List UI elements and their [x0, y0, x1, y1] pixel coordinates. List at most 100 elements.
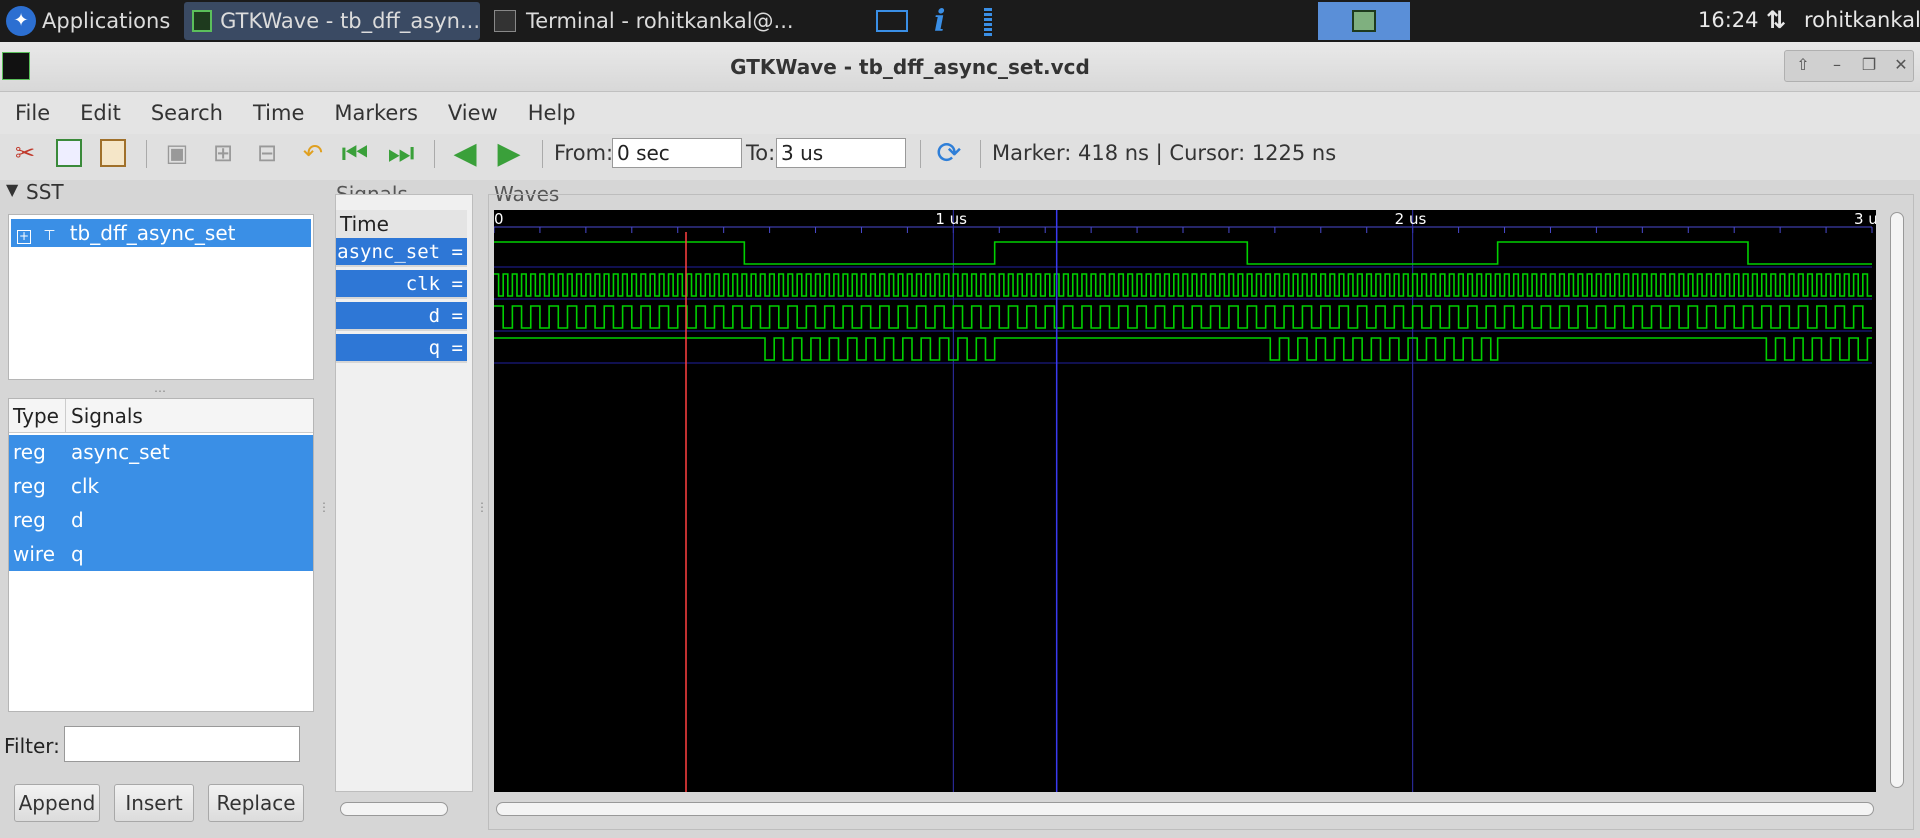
keyboard-icon[interactable]: [876, 10, 908, 32]
module-hierarchy-icon: ⊤: [43, 228, 56, 244]
time-tick-label: 3 us: [1854, 210, 1876, 228]
window-title: GTKWave - tb_dff_async_set.vcd: [730, 55, 1090, 79]
type-column-header[interactable]: Type: [13, 399, 59, 433]
waveform-clk: [494, 273, 1872, 297]
sst-tree[interactable]: + ⊤ tb_dff_async_set: [8, 214, 314, 380]
signal-type: reg: [13, 474, 46, 498]
append-button[interactable]: Append: [14, 784, 100, 822]
signal-entry-async_set[interactable]: async_set =: [336, 238, 467, 267]
waveform-canvas[interactable]: 0 1 us 2 us 3 us: [494, 210, 1876, 792]
reload-icon[interactable]: ⟳: [932, 136, 966, 171]
pane-splitter-handle[interactable]: ⋯: [154, 384, 166, 398]
signal-name: clk: [71, 474, 100, 498]
taskbar-terminal-label: Terminal - rohitkankal@...: [526, 9, 794, 33]
filter-label: Filter:: [4, 734, 60, 758]
undo-zoom-icon[interactable]: ↶: [296, 136, 330, 170]
signal-list-row[interactable]: reg clk: [9, 469, 313, 503]
signal-entry-q[interactable]: q =: [336, 334, 467, 363]
toolbar-separator: [542, 140, 543, 168]
pane-splitter-handle[interactable]: ⋮: [476, 500, 488, 514]
network-icon[interactable]: ⇅: [1766, 6, 1786, 34]
to-time-input[interactable]: [776, 138, 906, 168]
applications-label: Applications: [42, 9, 171, 33]
waves-horizontal-scrollbar[interactable]: [496, 802, 1874, 816]
find-previous-edge-icon[interactable]: ◀: [448, 136, 482, 171]
replace-button[interactable]: Replace: [208, 784, 304, 822]
menu-help[interactable]: Help: [513, 101, 591, 125]
time-tick-label: 0: [494, 210, 504, 228]
signal-list-row[interactable]: wire q: [9, 537, 313, 571]
toolbar-separator: [980, 140, 981, 168]
signals-column-header[interactable]: Signals: [71, 399, 143, 433]
user-menu[interactable]: rohitkankal: [1804, 8, 1920, 32]
signal-entry-clk[interactable]: clk =: [336, 270, 467, 299]
info-icon[interactable]: i: [934, 4, 945, 39]
sst-collapse-icon[interactable]: ▼: [6, 180, 18, 199]
waveform-async_set: [494, 241, 1872, 265]
menu-markers[interactable]: Markers: [319, 101, 433, 125]
menu-file[interactable]: File: [0, 101, 65, 125]
zoom-fit-icon[interactable]: ▣: [160, 136, 194, 170]
zoom-out-icon[interactable]: ⊟: [250, 136, 284, 170]
signal-name: q: [71, 542, 84, 566]
find-next-edge-icon[interactable]: ▶: [492, 136, 526, 171]
signals-time-header: Time: [336, 210, 467, 238]
zoom-in-icon[interactable]: ⊞: [206, 136, 240, 170]
waves-vertical-scrollbar[interactable]: [1890, 212, 1904, 788]
taskbar-terminal[interactable]: Terminal - rohitkankal@...: [486, 2, 796, 40]
window-titlebar[interactable]: GTKWave - tb_dff_async_set.vcd ⇧ – ❐ ✕: [0, 42, 1920, 92]
menu-edit[interactable]: Edit: [65, 101, 136, 125]
tree-item-tb_dff_async_set[interactable]: + ⊤ tb_dff_async_set: [11, 219, 311, 247]
signal-type: wire: [13, 542, 56, 566]
taskbar-gtkwave[interactable]: GTKWave - tb_dff_asyn...: [184, 2, 480, 40]
toolbar-separator: [146, 140, 147, 168]
from-time-input[interactable]: [612, 138, 742, 168]
signal-name: async_set: [71, 440, 170, 464]
signal-entry-d[interactable]: d =: [336, 302, 467, 331]
copy-icon[interactable]: [52, 136, 86, 170]
toolbar-separator: [920, 140, 921, 168]
zoom-to-end-icon[interactable]: ⏭: [384, 136, 418, 171]
workspace-switcher[interactable]: [1318, 2, 1410, 40]
menu-time[interactable]: Time: [238, 101, 319, 125]
tree-item-label: tb_dff_async_set: [69, 221, 236, 245]
window-shade-icon[interactable]: ⇧: [1790, 52, 1816, 78]
window-minimize-icon[interactable]: –: [1824, 52, 1850, 78]
paste-icon[interactable]: [96, 136, 130, 170]
taskbar-gtkwave-label: GTKWave - tb_dff_asyn...: [220, 9, 480, 33]
menu-view[interactable]: View: [433, 101, 513, 125]
signal-list-row[interactable]: reg d: [9, 503, 313, 537]
cpu-monitor-icon: [984, 8, 992, 36]
cut-icon[interactable]: ✂: [8, 136, 42, 170]
toolbar-separator: [434, 140, 435, 168]
menu-search[interactable]: Search: [136, 101, 238, 125]
workspace-window-icon: [1352, 10, 1376, 32]
applications-menu[interactable]: ✦ Applications: [0, 2, 178, 40]
filter-input[interactable]: [64, 726, 300, 762]
column-divider: [65, 399, 66, 433]
signal-name: d: [71, 508, 84, 532]
zoom-to-start-icon[interactable]: ⏮: [338, 136, 372, 171]
xfce-mouse-icon: ✦: [6, 6, 36, 36]
sst-signal-list[interactable]: Type Signals reg async_set reg clk reg d…: [8, 398, 314, 712]
marker-cursor-readout: Marker: 418 ns | Cursor: 1225 ns: [992, 141, 1337, 165]
from-label: From:: [554, 141, 614, 165]
time-tick-label: 1 us: [935, 210, 967, 228]
window-close-icon[interactable]: ✕: [1888, 52, 1914, 78]
expand-icon[interactable]: +: [17, 230, 31, 244]
top-panel: ✦ Applications GTKWave - tb_dff_asyn... …: [0, 0, 1920, 42]
sst-title: SST: [26, 180, 64, 204]
signals-horizontal-scrollbar[interactable]: [340, 802, 448, 816]
pane-splitter-handle[interactable]: ⋮: [318, 500, 330, 514]
terminal-icon: [494, 10, 516, 32]
insert-button[interactable]: Insert: [114, 784, 194, 822]
waveform-q: [494, 337, 1872, 361]
to-label: To:: [746, 141, 776, 165]
menu-bar: File Edit Search Time Markers View Help: [0, 92, 1920, 134]
clock[interactable]: 16:24: [1698, 8, 1759, 32]
signal-list-row[interactable]: reg async_set: [9, 435, 313, 469]
window-maximize-icon[interactable]: ❐: [1856, 52, 1882, 78]
waveform-d: [494, 305, 1872, 329]
signal-list-header: Type Signals: [9, 399, 313, 433]
signal-type: reg: [13, 508, 46, 532]
